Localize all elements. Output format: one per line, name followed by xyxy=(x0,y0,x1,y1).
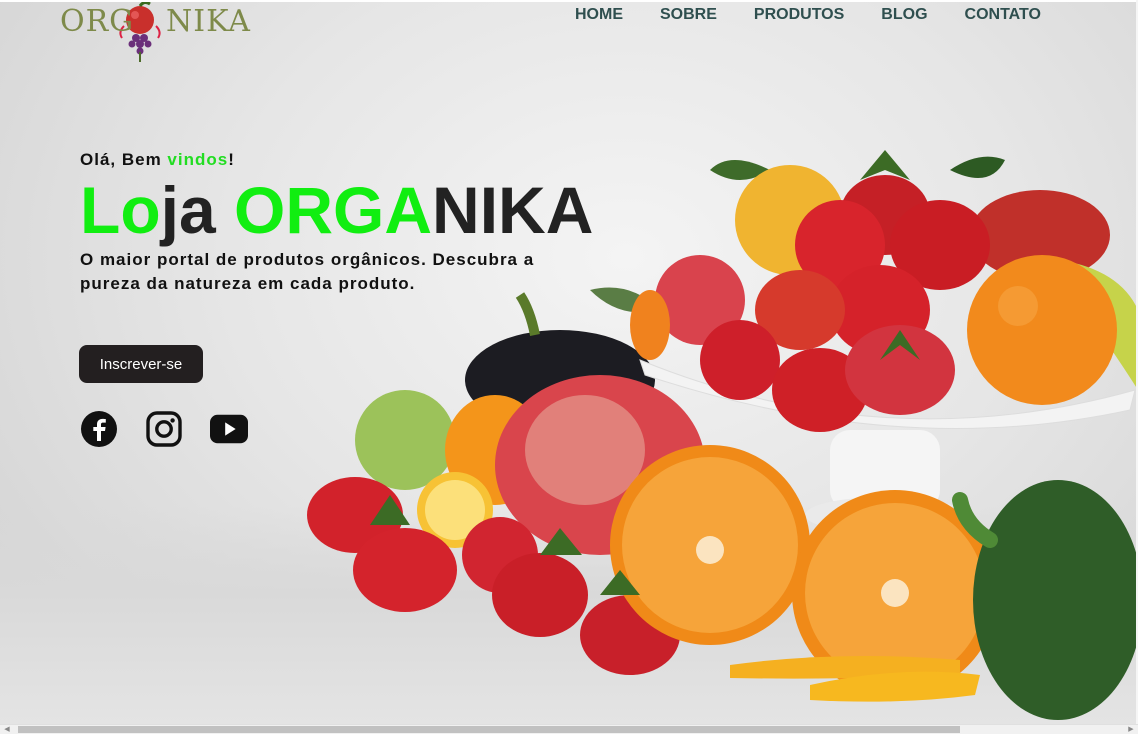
scroll-left-arrow-icon[interactable]: ◀ xyxy=(0,725,14,734)
green-apple xyxy=(355,390,455,490)
greeting-highlight: vindos xyxy=(167,150,229,169)
nav-home[interactable]: HOME xyxy=(575,6,623,24)
headline-part-2: ja xyxy=(160,173,216,247)
instagram-icon[interactable] xyxy=(145,410,183,448)
fruit-bowl-illustration xyxy=(307,150,1138,720)
facebook-icon[interactable] xyxy=(80,410,118,448)
logo-text-right: NIKA xyxy=(166,4,251,39)
scrollbar-thumb[interactable] xyxy=(18,726,960,733)
leaf-shape xyxy=(950,156,1005,178)
nav-contato[interactable]: CONTATO xyxy=(965,6,1041,24)
logo-text-left: ORG xyxy=(60,4,135,39)
green-pepper xyxy=(973,480,1138,720)
subscribe-button[interactable]: Inscrever-se xyxy=(79,345,203,383)
page: ORG NIKA HOME SOBRE PRODUTOS BLOG CONTAT… xyxy=(0,0,1138,734)
nav-sobre[interactable]: SOBRE xyxy=(660,6,717,24)
scroll-right-arrow-icon[interactable]: ▶ xyxy=(1124,725,1138,734)
main-nav: HOME SOBRE PRODUTOS BLOG CONTATO xyxy=(575,6,1078,24)
strawberry-mid xyxy=(353,528,457,612)
orange-whole xyxy=(967,255,1117,405)
logo[interactable]: ORG NIKA xyxy=(60,0,250,64)
hero-greeting: Olá, Bem vindos! xyxy=(80,150,235,170)
headline-part-1: Lo xyxy=(80,173,161,247)
horizontal-scrollbar[interactable]: ◀ ▶ xyxy=(0,724,1138,734)
nav-blog[interactable]: BLOG xyxy=(881,6,927,24)
greeting-prefix: Olá, Bem xyxy=(80,150,168,169)
greeting-suffix: ! xyxy=(228,150,235,169)
youtube-icon[interactable] xyxy=(210,410,248,448)
social-links xyxy=(80,410,248,448)
headline-space xyxy=(216,173,234,247)
nav-produtos[interactable]: PRODUTOS xyxy=(754,6,844,24)
